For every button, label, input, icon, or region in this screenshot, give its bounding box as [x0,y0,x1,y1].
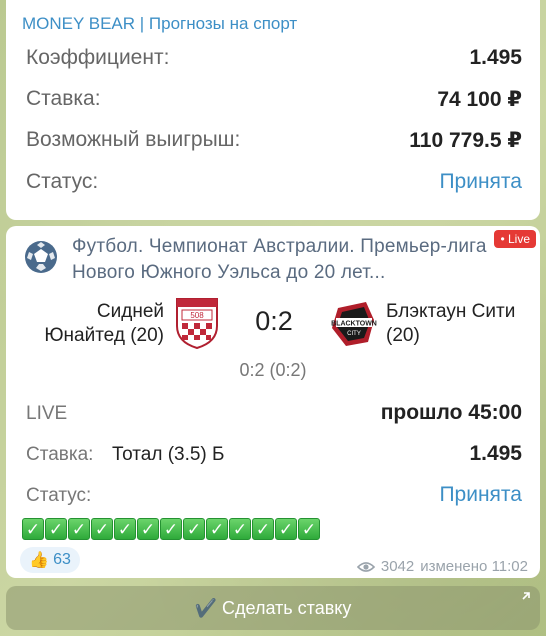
check-mark-icon: ✓ [206,518,228,540]
elapsed-time: прошло 45:00 [380,401,522,424]
reaction-count: 63 [53,551,71,568]
thumbs-up-icon: 👍 [29,552,50,569]
match-title: Футбол. Чемпионат Австралии. Премьер-лиг… [72,236,487,283]
check-mark-icon: ✓ [298,518,320,540]
payout-row: Возможный выигрыш: 110 779.5 ₽ [26,126,522,154]
payout-label: Возможный выигрыш: [26,128,241,151]
svg-text:BLACKTOWN: BLACKTOWN [331,321,377,328]
payout-value: 110 779.5 ₽ [409,128,522,152]
check-mark-icon: ✓ [275,518,297,540]
match-card-message: Футбол. Чемпионат Австралии. Премьер-лиг… [6,226,540,578]
eye-icon [356,561,375,572]
bet-market: Тотал (3.5) Б [112,444,225,465]
away-team-logo: BLACKTOWN CITY [331,302,377,346]
odds-label: Коэффициент: [26,46,170,69]
check-mark-icon: ✓ [114,518,136,540]
home-team-logo: 508 [176,298,218,350]
check-mark-row: ✓ ✓ ✓ ✓ ✓ ✓ ✓ ✓ ✓ ✓ ✓ ✓ ✓ [22,518,320,540]
place-bet-label: ✔️ Сделать ставку [194,598,352,618]
svg-text:CITY: CITY [347,331,361,337]
home-team-name: Сидней Юнайтед (20) [44,301,164,346]
stake-label: Ставка: [26,87,101,110]
check-mark-icon: ✓ [91,518,113,540]
stake-row: Ставка: 74 100 ₽ [26,85,522,113]
match-score: 0:2 [255,306,293,336]
check-mark-icon: ✓ [160,518,182,540]
bet-status-value: Принята [439,483,522,506]
away-team-name: Блэктаун Сити (20) [386,301,516,346]
live-badge: • Live [494,230,536,248]
odds-row: Коэффициент: 1.495 [26,44,522,72]
bet-label: Ставка: [26,444,94,465]
check-mark-icon: ✓ [252,518,274,540]
thumbs-up-reaction[interactable]: 👍 63 [20,547,80,573]
status-row: Статус: Принята [26,168,522,196]
bet-summary-message: MONEY BEAR | Прогнозы на спорт Коэффицие… [6,0,540,220]
check-mark-icon: ✓ [183,518,205,540]
halftime-score: 0:2 (0:2) [239,360,307,380]
svg-text:508: 508 [190,311,204,320]
soccer-ball-icon [25,241,57,273]
place-bet-button[interactable]: ✔️ Сделать ставку [6,586,540,630]
bet-odds: 1.495 [469,442,522,465]
odds-value: 1.495 [469,46,522,69]
edited-timestamp: изменено 11:02 [420,558,528,575]
view-count: 3042 [380,558,415,575]
bet-status-label: Статус: [26,485,92,506]
status-value: Принята [439,170,522,193]
check-mark-icon: ✓ [137,518,159,540]
live-label: LIVE [26,403,68,424]
external-link-arrow-icon [522,592,530,600]
check-mark-icon: ✓ [22,518,44,540]
check-mark-icon: ✓ [45,518,67,540]
status-label: Статус: [26,170,99,193]
check-mark-icon: ✓ [229,518,251,540]
message-meta: 3042 изменено 11:02 [356,558,528,575]
check-mark-icon: ✓ [68,518,90,540]
channel-name[interactable]: MONEY BEAR | Прогнозы на спорт [22,14,297,34]
stake-value: 74 100 ₽ [437,87,522,111]
